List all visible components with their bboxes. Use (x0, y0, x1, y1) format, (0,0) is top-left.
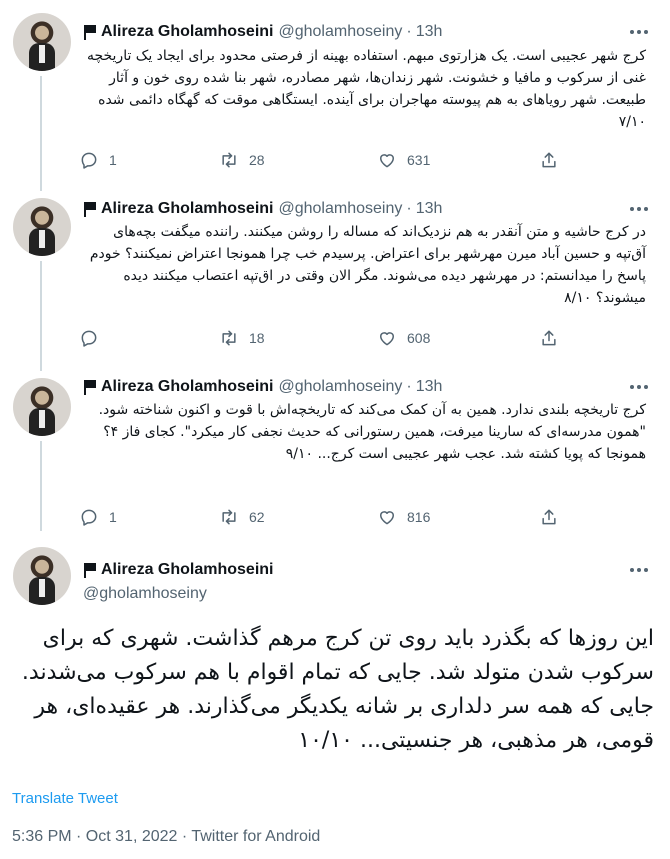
like-count: 608 (407, 330, 431, 346)
author-handle[interactable]: @gholamhoseiny (278, 378, 402, 396)
author-name[interactable]: Alireza Gholamhoseini (101, 200, 273, 218)
author-handle[interactable]: @gholamhoseiny (278, 200, 402, 218)
author-name[interactable]: Alireza Gholamhoseini (101, 23, 273, 41)
reply-button[interactable]: 1 (79, 149, 117, 171)
more-icon[interactable] (630, 567, 648, 573)
retweet-icon (222, 330, 236, 346)
reply-count: 1 (109, 152, 117, 168)
avatar[interactable] (13, 378, 71, 436)
thread-connector-line (40, 261, 42, 371)
like-button[interactable]: 816 (377, 506, 430, 528)
reply-icon (81, 330, 97, 347)
reply-icon (81, 152, 97, 169)
more-icon[interactable] (630, 206, 648, 212)
tweet-text: کرج شهر عجیبی است. یک هزارتوی مبهم. استف… (86, 48, 646, 130)
reply-icon (81, 509, 97, 526)
tweet-text: کرج تاریخچه بلندی ندارد. همین به آن کمک … (98, 402, 646, 462)
retweet-button[interactable]: 28 (219, 149, 265, 171)
separator-dot: · (406, 378, 412, 395)
like-count: 816 (407, 509, 431, 525)
like-icon (380, 511, 394, 525)
tweet-timestamp[interactable]: 5:36 PM · Oct 31, 2022 · Twitter for And… (12, 828, 320, 846)
tweet-handle-row: @gholamhoseiny (83, 582, 207, 606)
share-button[interactable] (539, 327, 569, 349)
like-button[interactable]: 608 (377, 327, 430, 349)
more-icon[interactable] (630, 384, 648, 390)
tweet-1[interactable]: Alireza Gholamhoseini @gholamhoseiny · 1… (0, 0, 670, 191)
retweet-count: 18 (249, 330, 265, 346)
thread-connector-line (40, 441, 42, 531)
retweet-count: 28 (249, 152, 265, 168)
tweet-header: Alireza Gholamhoseini (83, 558, 273, 582)
share-icon (542, 152, 556, 168)
avatar[interactable] (13, 198, 71, 256)
retweet-button[interactable]: 18 (219, 327, 265, 349)
reply-button[interactable] (79, 327, 109, 349)
share-icon (542, 509, 556, 525)
flag-icon (83, 24, 97, 40)
author-handle[interactable]: @gholamhoseiny (278, 23, 402, 41)
thread-connector-line (40, 76, 42, 191)
tweet-actions: 1 62 816 (79, 506, 579, 528)
author-handle[interactable]: @gholamhoseiny (83, 585, 207, 603)
tweet-2[interactable]: Alireza Gholamhoseini @gholamhoseiny · 1… (0, 185, 670, 371)
tweet-time[interactable]: 13h (416, 378, 443, 396)
retweet-icon (222, 509, 236, 525)
tweet-actions: 18 608 (79, 327, 579, 349)
tweet-header: Alireza Gholamhoseini @gholamhoseiny · 1… (83, 197, 442, 221)
tweet-actions: 1 28 631 (79, 149, 579, 171)
tweet-time[interactable]: 13h (416, 200, 443, 218)
retweet-count: 62 (249, 509, 265, 525)
flag-icon (83, 201, 97, 217)
tweet-3[interactable]: Alireza Gholamhoseini @gholamhoseiny · 1… (0, 365, 670, 545)
flag-icon (83, 562, 97, 578)
separator-dot: · (406, 200, 412, 217)
like-count: 631 (407, 152, 431, 168)
separator-dot: · (406, 23, 412, 40)
like-icon (380, 332, 394, 346)
tweet-header: Alireza Gholamhoseini @gholamhoseiny · 1… (83, 375, 442, 399)
author-name[interactable]: Alireza Gholamhoseini (101, 378, 273, 396)
reply-button[interactable]: 1 (79, 506, 117, 528)
avatar[interactable] (13, 13, 71, 71)
author-name[interactable]: Alireza Gholamhoseini (101, 561, 273, 579)
flag-icon (83, 379, 97, 395)
tweet-time[interactable]: 13h (416, 23, 443, 41)
translate-tweet-link[interactable]: Translate Tweet (12, 790, 118, 807)
like-icon (380, 154, 394, 168)
more-icon[interactable] (630, 29, 648, 35)
reply-count: 1 (109, 509, 117, 525)
tweet-text: در کرج حاشیه و متن آنقدر به هم نزدیک‌اند… (89, 224, 646, 306)
retweet-icon (222, 152, 236, 168)
share-button[interactable] (539, 149, 569, 171)
tweet-header: Alireza Gholamhoseini @gholamhoseiny · 1… (83, 20, 442, 44)
avatar[interactable] (13, 547, 71, 605)
retweet-button[interactable]: 62 (219, 506, 265, 528)
share-button[interactable] (539, 506, 569, 528)
share-icon (542, 330, 556, 346)
like-button[interactable]: 631 (377, 149, 430, 171)
main-tweet-text: این روزها که بگذرد باید روی تن کرج مرهم … (21, 626, 654, 753)
